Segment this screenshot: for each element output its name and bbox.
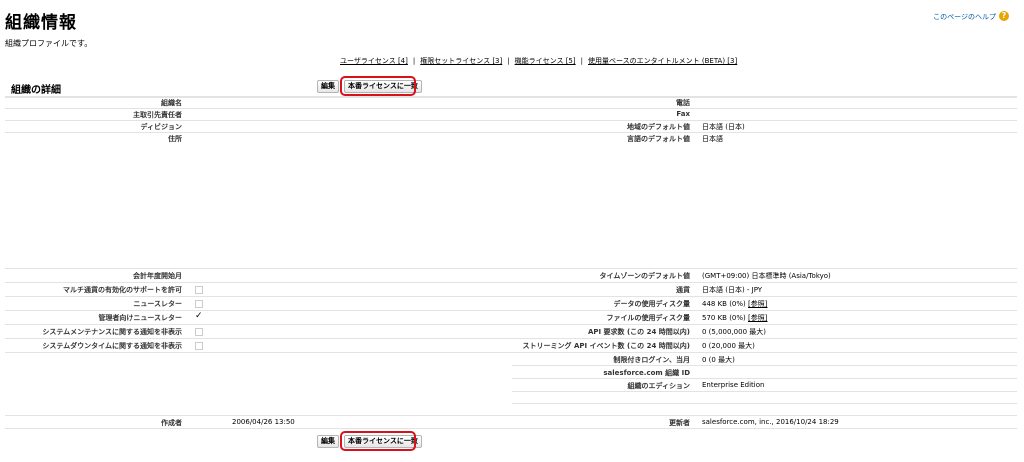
row-divider [5,352,1017,353]
page-subtitle: 組織プロファイルです。 [5,39,93,48]
hide-downtime-label: システムダウンタイムに関する通知を非表示 [42,342,182,350]
multi-currency-checkbox [195,286,203,294]
division-label: ディビジョン [140,123,182,131]
row-divider [5,310,1017,311]
help-icon[interactable]: ? [999,11,1009,21]
edition-label: 組織のエディション [627,382,690,390]
multi-currency-label: マルチ通貨の有効化のサポートを許可 [63,286,182,294]
permission-set-license-link[interactable]: 権限セットライセンス [3] [420,57,502,65]
modified-by-value: salesforce.com, inc., 2016/10/24 18:29 [702,418,839,426]
edit-button-bottom[interactable]: 編集 [317,435,339,448]
row-divider [512,378,1017,379]
hide-maintenance-label: システムメンテナンスに関する通知を非表示 [42,328,182,336]
row-divider [5,120,1017,121]
modified-by-label: 更新者 [669,419,690,427]
api-requests-label: API 要求数 (この 24 時間以内) [587,328,690,336]
link-separator: | [507,57,510,65]
language-value: 日本語 [702,135,723,143]
primary-contact-label: 主取引先責任者 [133,111,182,119]
highlight-box-top [340,76,416,96]
section-title: 組織の詳細 [11,85,61,96]
link-separator: | [580,57,583,65]
currency-label: 通貨 [676,286,690,294]
timezone-value: (GMT+09:00) 日本標準時 (Asia/Tokyo) [702,272,831,280]
phone-label: 電話 [676,99,690,107]
created-by-label: 作成者 [161,419,182,427]
row-divider [5,282,1017,283]
row-divider [5,132,1017,133]
language-label: 言語のデフォルト値 [627,135,690,143]
org-id-label: salesforce.com 組織 ID [603,369,690,377]
row-divider [512,365,1017,366]
timezone-label: タイムゾーンのデフォルト値 [599,272,690,280]
restricted-logins-label: 制限付きログイン、当月 [613,356,690,364]
api-requests-value: 0 (5,000,000 最大) [702,328,766,336]
feature-license-link[interactable]: 機能ライセンス [5] [515,57,576,65]
user-license-link[interactable]: ユーザライセンス [4] [340,57,408,65]
file-storage-view-link[interactable]: [参照] [748,314,767,322]
highlight-box-bottom [340,431,416,451]
link-separator: | [412,57,416,65]
row-divider [5,296,1017,297]
help-link[interactable]: このページのヘルプ [933,12,996,22]
streaming-events-label: ストリーミング API イベント数 (この 24 時間以内) [522,342,690,350]
row-divider [5,428,1017,429]
locale-value: 日本語 (日本) [702,123,745,131]
fax-label: Fax [676,110,690,118]
admin-newsletter-check-icon: ✓ [195,311,203,321]
address-label: 住所 [168,135,182,143]
fiscal-year-label: 会計年度開始月 [133,272,182,280]
row-divider [512,391,1017,392]
row-divider [5,96,1017,98]
file-storage-label: ファイルの使用ディスク量 [606,314,690,322]
data-storage-view-link[interactable]: [参照] [748,300,767,308]
row-divider [5,338,1017,339]
usage-entitlement-link[interactable]: 使用量ベースのエンタイトルメント (BETA) [3] [588,57,737,65]
hide-downtime-checkbox [195,342,203,350]
data-storage-value: 448 KB (0%) [参照] [702,299,767,309]
data-storage-amount: 448 KB (0%) [702,300,746,308]
row-divider [5,415,1017,416]
admin-newsletter-label: 管理者向けニュースレター [98,314,182,322]
row-divider [5,108,1017,109]
page-title: 組織情報 [5,13,77,33]
org-name-label: 組織名 [161,99,182,107]
newsletter-checkbox [195,300,203,308]
newsletter-label: ニュースレター [133,300,182,308]
hide-maintenance-checkbox [195,328,203,336]
file-storage-value: 570 KB (0%) [参照] [702,313,767,323]
locale-label: 地域のデフォルト値 [627,123,690,131]
file-storage-amount: 570 KB (0%) [702,314,746,322]
row-divider [5,324,1017,325]
edit-button-top[interactable]: 編集 [317,80,339,93]
streaming-events-value: 0 (20,000 最大) [702,342,755,350]
license-links: ユーザライセンス [4] | 権限セットライセンス [3] | 機能ライセンス [5] |… [340,56,737,66]
restricted-logins-value: 0 (0 最大) [702,356,735,364]
created-by-value: 2006/04/26 13:50 [232,418,295,426]
edition-value: Enterprise Edition [702,381,765,389]
currency-value: 日本語 (日本) - JPY [702,286,763,294]
row-divider [5,268,1017,269]
row-divider [512,403,1017,404]
data-storage-label: データの使用ディスク量 [613,300,690,308]
